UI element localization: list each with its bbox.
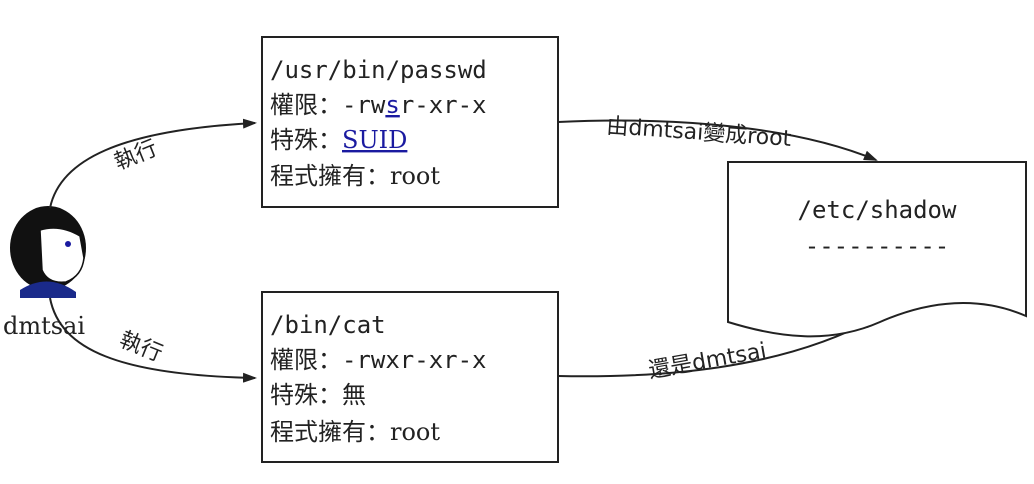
user-name: dmtsai xyxy=(3,312,85,340)
cat-owner-label: 程式擁有： xyxy=(270,418,390,446)
cat-special-label: 特殊： xyxy=(270,381,342,409)
cat-path: /bin/cat xyxy=(270,311,386,339)
passwd-perm-label: 權限： xyxy=(270,91,342,119)
passwd-perm-special: s xyxy=(385,91,399,119)
setuid-diagram: dmtsai 執行 執行 /usr/bin/passwd 權限：-rwsr-xr… xyxy=(3,36,1027,463)
shadow-dashes: ---------- xyxy=(805,232,950,260)
passwd-owner-value: root xyxy=(390,162,440,190)
cat-perm-value: -rwxr-xr-x xyxy=(342,346,487,374)
passwd-path: /usr/bin/passwd xyxy=(270,56,487,84)
user-avatar xyxy=(10,206,86,298)
cat-perm-label: 權限： xyxy=(270,346,342,374)
cat-special-value: 無 xyxy=(342,381,366,409)
shadow-path: /etc/shadow xyxy=(798,196,957,224)
exec-bottom-label: 執行 xyxy=(116,327,166,367)
exec-top-arrow xyxy=(49,118,257,209)
eye-icon xyxy=(65,241,71,247)
shadow-document: /etc/shadow ---------- xyxy=(727,161,1027,338)
passwd-special-label: 特殊： xyxy=(270,126,342,154)
cat-owner-line: 程式擁有：root xyxy=(270,418,440,446)
cat-special-line: 特殊：無 xyxy=(270,381,366,409)
passwd-special-value: SUID xyxy=(342,126,407,154)
face-shape xyxy=(39,227,85,283)
exec-top-label: 執行 xyxy=(111,136,161,176)
cat-perm-line: 權限：-rwxr-xr-x xyxy=(270,346,487,374)
stays-label: 還是dmtsai xyxy=(647,339,769,384)
passwd-perm-after: r-xr-x xyxy=(400,91,487,119)
cat-owner-value: root xyxy=(390,418,440,446)
passwd-owner-line: 程式擁有：root xyxy=(270,162,440,190)
passwd-perm-line: 權限：-rwsr-xr-x xyxy=(270,91,487,119)
passwd-owner-label: 程式擁有： xyxy=(270,162,390,190)
passwd-perm-before: -rw xyxy=(342,91,386,119)
suid-change-label: 由dmtsai變成root xyxy=(606,114,793,152)
passwd-special-line: 特殊：SUID xyxy=(270,126,407,154)
cat-box: /bin/cat 權限：-rwxr-xr-x 特殊：無 程式擁有：root xyxy=(261,291,559,463)
passwd-box: /usr/bin/passwd 權限：-rwsr-xr-x 特殊：SUID 程式… xyxy=(261,36,559,208)
